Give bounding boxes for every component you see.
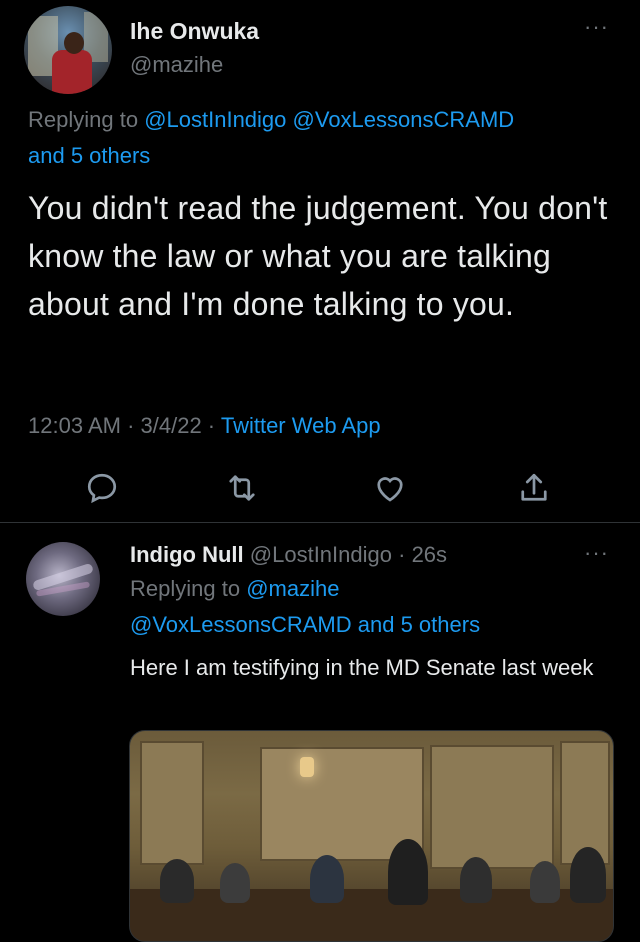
- more-options-icon[interactable]: ···: [584, 14, 609, 40]
- tweet-date[interactable]: 3/4/22: [141, 413, 202, 438]
- mention-link[interactable]: @mazihe: [246, 576, 339, 601]
- replying-to: Replying to @mazihe: [130, 576, 339, 602]
- author-name[interactable]: Ihe Onwuka: [130, 18, 259, 45]
- replying-prefix: Replying to: [28, 107, 145, 132]
- avatar[interactable]: [24, 6, 112, 94]
- avatar[interactable]: [26, 542, 100, 616]
- replying-to-line2: @VoxLessonsCRAMD and 5 others: [130, 612, 480, 638]
- mention-link[interactable]: @VoxLessonsCRAMD: [130, 612, 352, 637]
- tweet-text: You didn't read the judgement. You don't…: [28, 190, 608, 322]
- like-icon[interactable]: [372, 470, 408, 506]
- tweet-age[interactable]: 26s: [412, 542, 447, 567]
- mention-link[interactable]: @LostInIndigo: [144, 107, 286, 132]
- author-name[interactable]: Indigo Null: [130, 542, 244, 567]
- mention-link[interactable]: @VoxLessonsCRAMD: [293, 107, 515, 132]
- author-handle[interactable]: @LostInIndigo: [250, 542, 392, 567]
- replying-others-link[interactable]: and 5 others: [352, 612, 480, 637]
- tweet-time[interactable]: 12:03 AM: [28, 413, 121, 438]
- retweet-icon[interactable]: [224, 470, 260, 506]
- tweet-source[interactable]: Twitter Web App: [221, 413, 381, 438]
- author-handle[interactable]: @mazihe: [130, 52, 223, 78]
- replying-others-link[interactable]: and 5 others: [28, 143, 150, 168]
- reply-icon[interactable]: [84, 470, 120, 506]
- divider: [0, 522, 640, 523]
- share-icon[interactable]: [516, 470, 552, 506]
- tweet-media-image[interactable]: [129, 730, 614, 942]
- replying-prefix: Replying to: [130, 576, 247, 601]
- more-options-icon[interactable]: ···: [584, 540, 609, 566]
- tweet-meta: 12:03 AM · 3/4/22 · Twitter Web App: [28, 413, 381, 438]
- reply-header: Indigo Null @LostInIndigo · 26s: [130, 542, 448, 567]
- replying-to: Replying to @LostInIndigo @VoxLessonsCRA…: [28, 102, 618, 174]
- tweet-text: Here I am testifying in the MD Senate la…: [130, 655, 594, 680]
